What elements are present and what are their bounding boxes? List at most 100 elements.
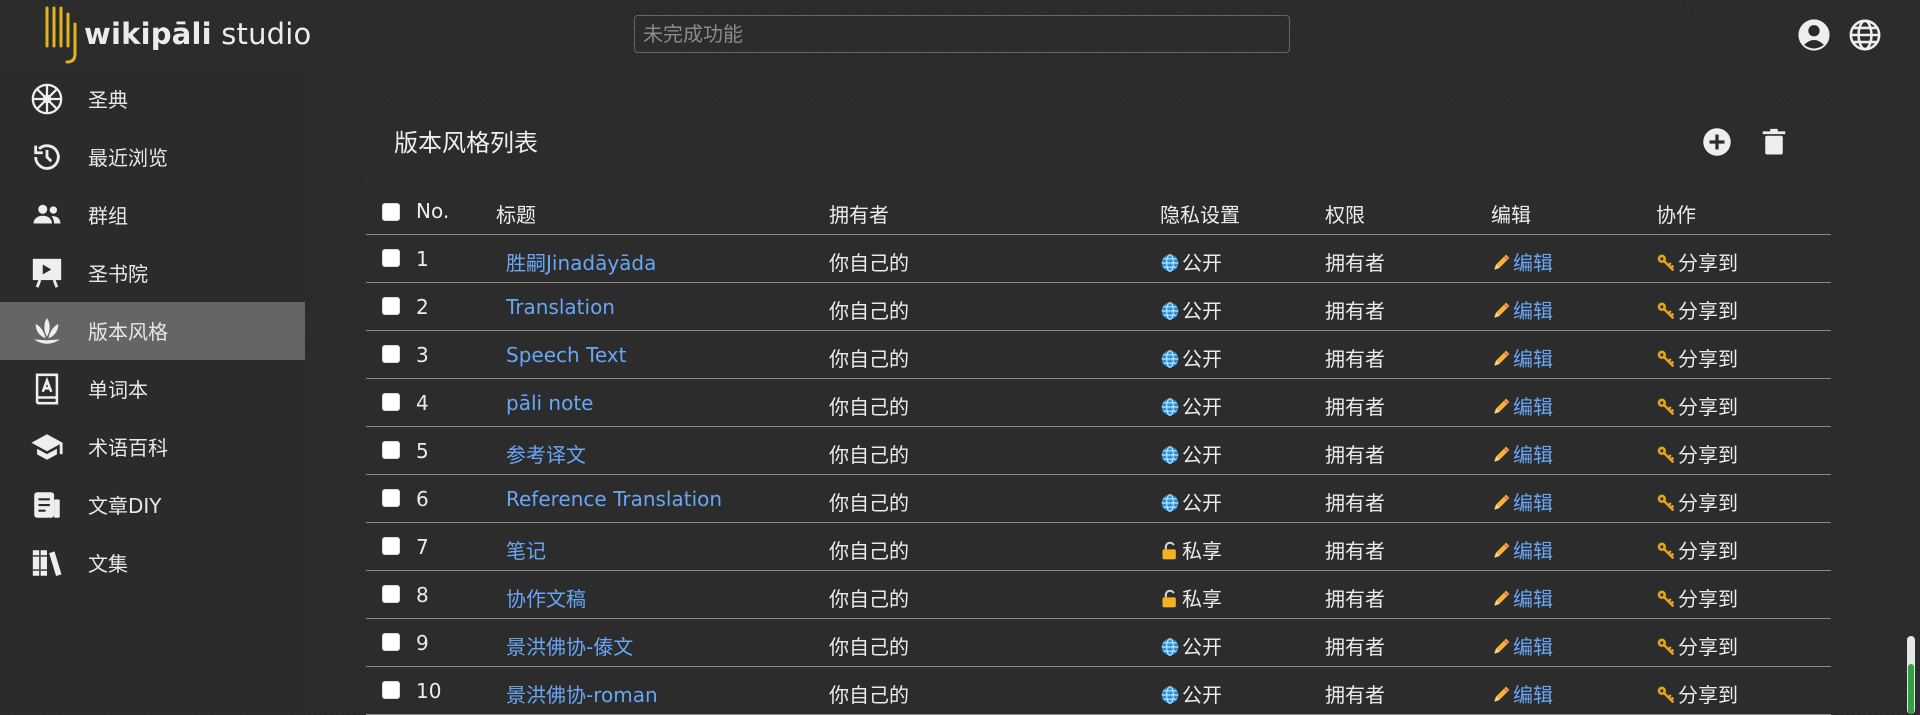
edit-label: 编辑 (1513, 635, 1553, 659)
sidebar-item-terms[interactable]: 术语百科 (0, 418, 305, 476)
edit-link[interactable]: 编辑 (1491, 679, 1553, 708)
column-header-privacy[interactable]: 隐私设置 (1160, 199, 1240, 228)
share-button[interactable]: 分享到 (1656, 487, 1738, 516)
sidebar-item-recent[interactable]: 最近浏览 (0, 128, 305, 186)
app-logo[interactable]: wikipāli studio (42, 4, 311, 64)
edit-link[interactable]: 编辑 (1491, 631, 1553, 660)
select-all-checkbox[interactable] (382, 203, 400, 221)
share-button[interactable]: 分享到 (1656, 535, 1738, 564)
edit-link[interactable]: 编辑 (1491, 391, 1553, 420)
row-owner: 你自己的 (829, 635, 909, 659)
column-header-title[interactable]: 标题 (496, 199, 536, 228)
row-title-link[interactable]: 参考译文 (506, 439, 586, 468)
row-title-link[interactable]: Translation (506, 295, 615, 319)
column-header-owner[interactable]: 拥有者 (829, 199, 889, 228)
row-title-link[interactable]: Speech Text (506, 343, 626, 367)
globe-icon[interactable] (1848, 18, 1882, 52)
row-checkbox[interactable] (382, 489, 400, 507)
edit-link[interactable]: 编辑 (1491, 295, 1553, 324)
channel-list-card: 版本风格列表 No. 标题 拥有者 隐私设置 权限 编辑 协作 1 胜嗣Jinad… (366, 101, 1831, 715)
table-row: 8 协作文稿 你自己的 私享 拥有者 编辑 分享到 (366, 571, 1831, 619)
sidebar-item-wordbook[interactable]: 单词本 (0, 360, 305, 418)
account-icon[interactable] (1797, 18, 1831, 52)
row-number: 4 (416, 391, 429, 415)
row-checkbox[interactable] (382, 345, 400, 363)
app-name: wikipāli studio (84, 17, 312, 51)
edit-link[interactable]: 编辑 (1491, 487, 1553, 516)
search-input[interactable] (634, 15, 1290, 53)
row-checkbox[interactable] (382, 297, 400, 315)
row-privacy: 公开 (1160, 391, 1222, 420)
sidebar-item-label: 版本风格 (88, 320, 168, 344)
sidebar-item-academy[interactable]: 圣书院 (0, 244, 305, 302)
edit-label: 编辑 (1513, 587, 1553, 611)
pencil-icon (1494, 542, 1510, 558)
row-owner: 你自己的 (829, 587, 909, 611)
privacy-label: 私享 (1182, 539, 1222, 563)
edit-link[interactable]: 编辑 (1491, 535, 1553, 564)
row-title-link[interactable]: 协作文稿 (506, 583, 586, 612)
row-title-link[interactable]: 笔记 (506, 535, 546, 564)
row-title-link[interactable]: 景洪佛协-傣文 (506, 631, 633, 660)
share-label: 分享到 (1678, 683, 1738, 707)
sidebar-item-canon[interactable]: 圣典 (0, 70, 305, 128)
row-permission: 拥有者 (1325, 683, 1385, 707)
share-button[interactable]: 分享到 (1656, 343, 1738, 372)
row-title-link[interactable]: pāli note (506, 391, 593, 415)
share-label: 分享到 (1678, 347, 1738, 371)
group-icon (33, 204, 61, 224)
row-permission: 拥有者 (1325, 635, 1385, 659)
key-icon (1657, 398, 1674, 415)
edit-link[interactable]: 编辑 (1491, 439, 1553, 468)
row-checkbox[interactable] (382, 393, 400, 411)
table-row: 7 笔记 你自己的 私享 拥有者 编辑 分享到 (366, 523, 1831, 571)
edit-label: 编辑 (1513, 347, 1553, 371)
share-button[interactable]: 分享到 (1656, 295, 1738, 324)
add-circle-icon[interactable] (1702, 127, 1732, 157)
share-button[interactable]: 分享到 (1656, 679, 1738, 708)
top-bar: wikipāli studio (0, 0, 1920, 70)
share-button[interactable]: 分享到 (1656, 391, 1738, 420)
sidebar-item-channels[interactable]: 版本风格 (0, 302, 305, 360)
row-checkbox[interactable] (382, 537, 400, 555)
column-header-no: No. (416, 199, 450, 223)
table-row: 5 参考译文 你自己的 公开 拥有者 编辑 分享到 (366, 427, 1831, 475)
row-permission: 拥有者 (1325, 443, 1385, 467)
row-privacy: 私享 (1160, 583, 1222, 612)
row-title-link[interactable]: Reference Translation (506, 487, 722, 511)
share-label: 分享到 (1678, 395, 1738, 419)
share-button[interactable]: 分享到 (1656, 247, 1738, 276)
share-button[interactable]: 分享到 (1656, 583, 1738, 612)
sidebar-item-anthology[interactable]: 文集 (0, 534, 305, 592)
scrollbar-thumb[interactable] (1906, 636, 1916, 714)
share-label: 分享到 (1678, 251, 1738, 275)
globe-icon (1161, 446, 1179, 464)
row-checkbox[interactable] (382, 585, 400, 603)
edit-link[interactable]: 编辑 (1491, 247, 1553, 276)
row-title-link[interactable]: 胜嗣Jinadāyāda (506, 247, 656, 276)
trash-icon[interactable] (1759, 127, 1789, 157)
privacy-label: 公开 (1182, 491, 1222, 515)
channel-table: No. 标题 拥有者 隐私设置 权限 编辑 协作 1 胜嗣Jinadāyāda 你自… (366, 190, 1831, 715)
row-checkbox[interactable] (382, 681, 400, 699)
sidebar-item-article[interactable]: 文章DIY (0, 476, 305, 534)
share-button[interactable]: 分享到 (1656, 439, 1738, 468)
privacy-label: 公开 (1182, 443, 1222, 467)
key-icon (1657, 590, 1674, 607)
row-checkbox[interactable] (382, 633, 400, 651)
row-checkbox[interactable] (382, 441, 400, 459)
row-privacy: 公开 (1160, 487, 1222, 516)
row-permission: 拥有者 (1325, 587, 1385, 611)
row-number: 10 (416, 679, 442, 703)
sidebar-item-label: 最近浏览 (88, 146, 168, 170)
row-checkbox[interactable] (382, 249, 400, 267)
row-owner: 你自己的 (829, 683, 909, 707)
key-icon (1657, 350, 1674, 367)
sidebar-item-groups[interactable]: 群组 (0, 186, 305, 244)
row-permission: 拥有者 (1325, 395, 1385, 419)
edit-link[interactable]: 编辑 (1491, 583, 1553, 612)
column-header-permission[interactable]: 权限 (1325, 199, 1365, 228)
row-title-link[interactable]: 景洪佛协-roman (506, 679, 658, 708)
edit-link[interactable]: 编辑 (1491, 343, 1553, 372)
share-button[interactable]: 分享到 (1656, 631, 1738, 660)
